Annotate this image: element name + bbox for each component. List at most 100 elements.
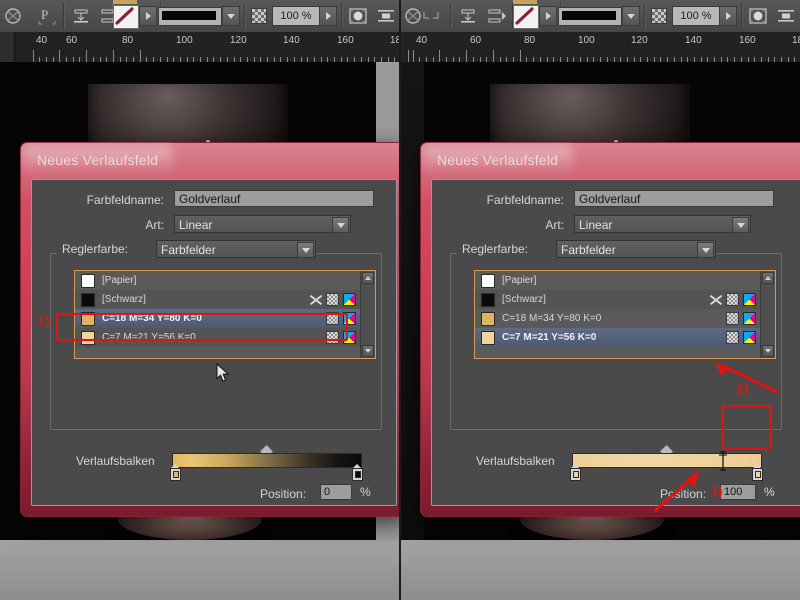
gradient-type-value: Linear [179, 218, 213, 232]
swatch-name-input[interactable] [174, 190, 374, 207]
swatch-list[interactable]: [Papier] [Schwarz] C=18 M=34 Y=80 K=0 C=7 M… [474, 270, 776, 359]
scroll-up-icon[interactable] [762, 272, 774, 284]
gradient-tool-button[interactable] [113, 5, 139, 29]
gradient-active-indicator [113, 0, 137, 4]
ruler-origin-corner[interactable] [0, 32, 15, 62]
swatch-name: C=7 M=21 Y=56 K=0 [502, 332, 597, 343]
chevron-down-icon[interactable] [732, 217, 749, 233]
swatch-name: [Schwarz] [102, 294, 146, 305]
cmyk-icon[interactable] [743, 331, 756, 344]
gradient-stop-start[interactable] [170, 464, 181, 481]
swatch-list-items[interactable]: [Papier] [Schwarz] C=18 M=34 Y=80 K=0 C=7 M… [475, 271, 761, 358]
stroke-weight-field[interactable] [558, 7, 622, 26]
chevron-down-icon[interactable] [332, 217, 349, 233]
chevron-down-icon[interactable] [297, 242, 314, 258]
stop-color-select[interactable]: Farbfelder [156, 240, 316, 258]
toolbar-separator [741, 3, 742, 29]
swatch-name-label: Farbfeldname: [486, 193, 564, 207]
swatch-name-input[interactable] [574, 190, 774, 207]
dialog-title: Neues Verlaufsfeld [437, 152, 559, 168]
ruler-label: 140 [283, 35, 300, 46]
ruler-label: 18 [792, 35, 800, 46]
cmyk-icon[interactable] [743, 293, 756, 306]
chevron-down-icon[interactable] [697, 242, 714, 258]
gradient-ramp[interactable] [572, 453, 762, 468]
stroke-cap-icon[interactable] [2, 5, 28, 27]
color-chip [481, 292, 495, 307]
swatch-list-item[interactable]: C=7 M=21 Y=56 K=0 [475, 328, 761, 347]
checker-icon[interactable] [726, 293, 739, 306]
align-top-icon[interactable] [68, 5, 94, 27]
checker-icon[interactable] [726, 312, 739, 325]
transparency-icon[interactable] [248, 5, 270, 27]
stop-color-select[interactable]: Farbfelder [556, 240, 716, 258]
position-input[interactable] [720, 484, 756, 500]
cmyk-icon[interactable] [343, 293, 356, 306]
color-chip [81, 273, 95, 288]
swatch-name: C=18 M=34 Y=80 K=0 [502, 313, 602, 324]
color-chip [481, 330, 495, 345]
annotation-label-1: 1) [37, 313, 50, 329]
swatch-name: [Papier] [102, 275, 137, 286]
pen-icon[interactable] [710, 294, 722, 306]
scroll-up-icon[interactable] [362, 272, 374, 284]
ruler-label: 120 [631, 35, 648, 46]
pane-divider [399, 0, 401, 600]
swatch-list-item[interactable]: [Schwarz] [475, 290, 761, 309]
swatch-list-item[interactable]: [Papier] [75, 271, 361, 290]
checker-icon[interactable] [326, 293, 339, 306]
effects-icon[interactable] [346, 5, 370, 27]
gradient-stop-end[interactable] [752, 464, 763, 481]
p-character-icon[interactable]: P [32, 5, 62, 27]
gradient-stop-start[interactable] [570, 464, 581, 481]
position-input[interactable] [320, 484, 352, 500]
zoom-percent-field[interactable]: 100 % [272, 6, 320, 26]
align-top-icon[interactable] [418, 5, 444, 27]
annotation-rect-end-stop [722, 405, 772, 449]
zoom-stepper-icon[interactable] [719, 6, 737, 26]
align-top-icon[interactable] [455, 5, 481, 27]
swatch-list-item[interactable]: [Schwarz] [75, 290, 361, 309]
ruler-label: 140 [685, 35, 702, 46]
left-horizontal-ruler[interactable]: 40 60 80 100 120 140 160 180 [0, 32, 400, 63]
gradient-type-select[interactable]: Linear [574, 215, 751, 233]
swatch-list-scrollbar[interactable] [360, 271, 375, 358]
checker-icon[interactable] [726, 331, 739, 344]
swatch-list-scrollbar[interactable] [760, 271, 775, 358]
text-wrap-icon[interactable] [774, 5, 798, 27]
gradient-tool-button[interactable] [513, 5, 539, 29]
pen-icon[interactable] [310, 294, 322, 306]
scroll-down-icon[interactable] [762, 345, 774, 357]
cmyk-icon[interactable] [743, 312, 756, 325]
swatch-list-item[interactable]: [Papier] [475, 271, 761, 290]
toolbar-separator [63, 3, 64, 29]
zoom-stepper-icon[interactable] [319, 6, 337, 26]
scroll-down-icon[interactable] [362, 345, 374, 357]
stroke-weight-field[interactable] [158, 7, 222, 26]
ruler-label: 60 [470, 35, 482, 46]
stop-color-label: Reglerfarbe: [62, 242, 129, 256]
right-horizontal-ruler[interactable]: 40 60 80 100 120 140 160 18 [400, 32, 800, 63]
swatch-list-item[interactable]: C=18 M=34 Y=80 K=0 [475, 309, 761, 328]
gradient-type-select[interactable]: Linear [174, 215, 351, 233]
color-chip [481, 311, 495, 326]
right-toolbar: 100 % [400, 0, 800, 33]
annotation-rect-selected-swatch [56, 313, 348, 341]
ruler-label: 100 [578, 35, 595, 46]
gradient-ramp[interactable] [172, 453, 362, 468]
swatch-row-icons [710, 293, 756, 306]
gradient-stop-end[interactable] [352, 464, 363, 481]
transparency-icon[interactable] [648, 5, 670, 27]
stroke-weight-dropdown-icon[interactable] [222, 6, 240, 26]
zoom-percent-field[interactable]: 100 % [672, 6, 720, 26]
ruler-label: 120 [230, 35, 247, 46]
ruler-label: 100 [176, 35, 193, 46]
text-wrap-icon[interactable] [374, 5, 398, 27]
gradient-dropdown-icon[interactable] [139, 6, 157, 26]
stroke-weight-dropdown-icon[interactable] [622, 6, 640, 26]
distribute-icon[interactable] [483, 5, 511, 27]
gradient-dropdown-icon[interactable] [539, 6, 557, 26]
effects-icon[interactable] [746, 5, 770, 27]
stop-color-value: Farbfelder [161, 243, 216, 257]
gradient-active-indicator [513, 0, 537, 4]
